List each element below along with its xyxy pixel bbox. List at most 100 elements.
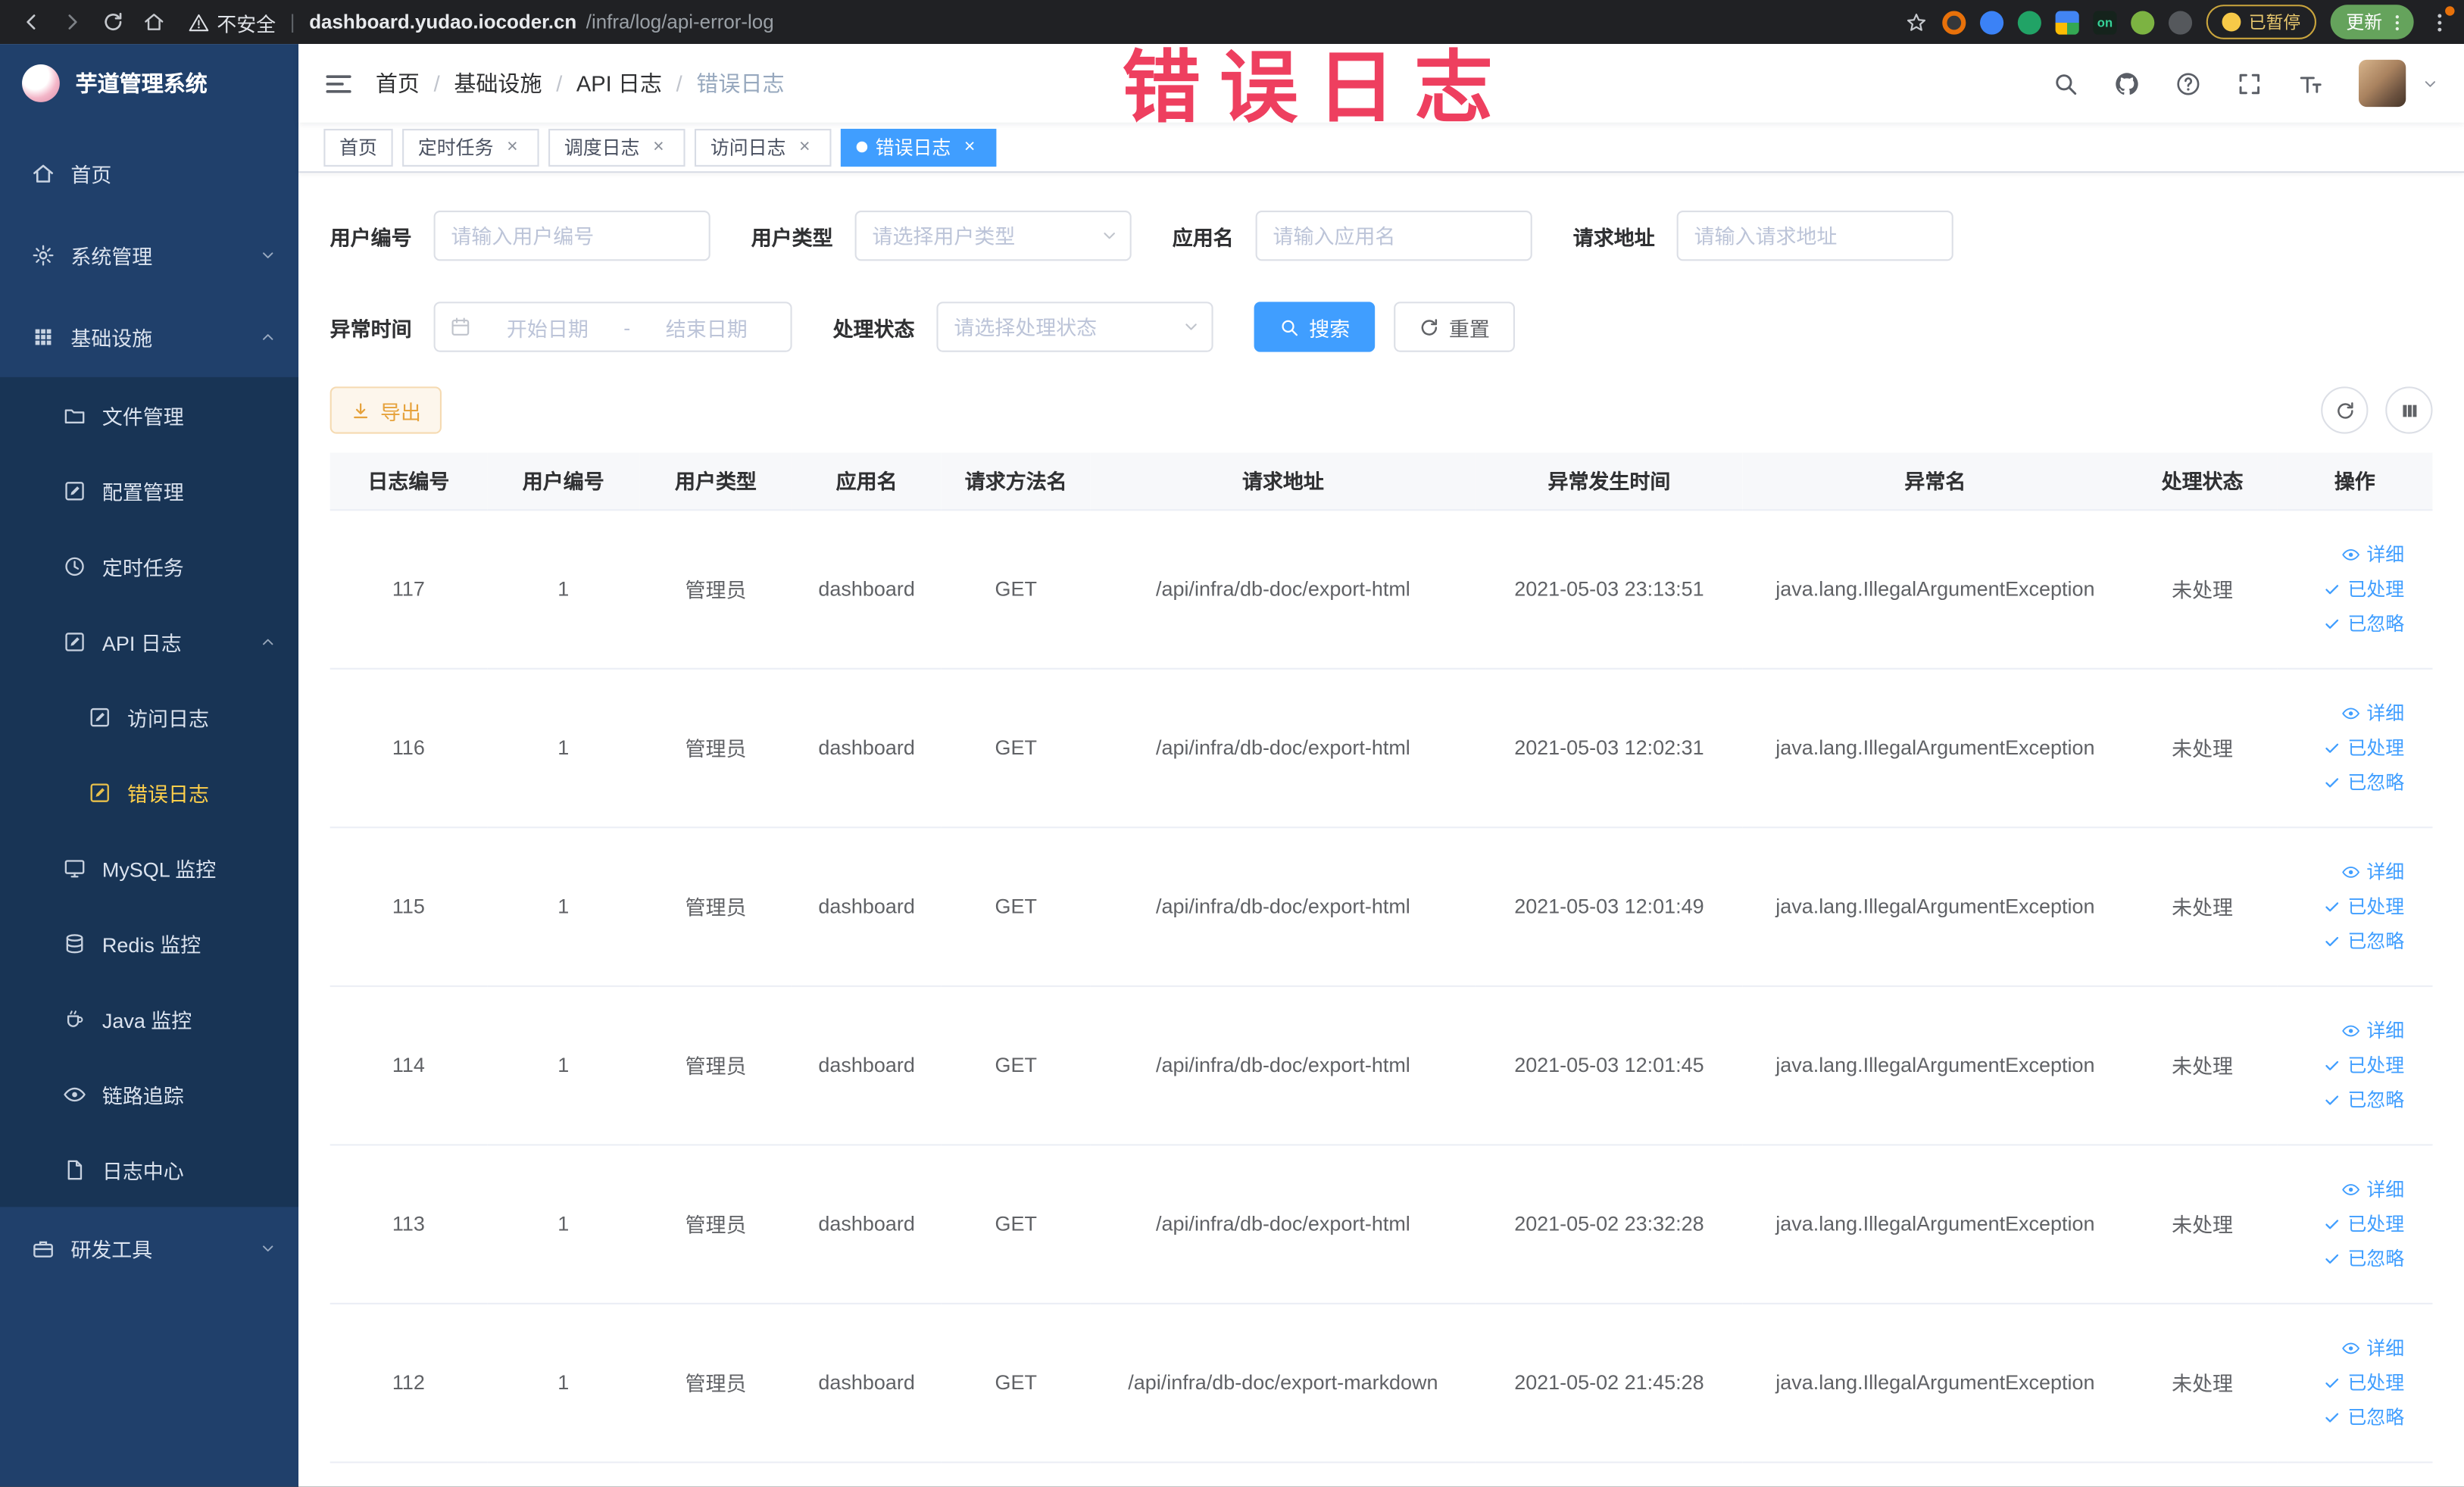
cell-user-id: 1 bbox=[487, 1144, 640, 1304]
hamburger-icon[interactable] bbox=[323, 68, 353, 98]
browser-back-button[interactable] bbox=[13, 3, 51, 41]
user-type-select[interactable] bbox=[854, 210, 1132, 261]
sidebar-item-home[interactable]: 首页 bbox=[0, 132, 298, 214]
sidebar-item-job[interactable]: 定时任务 bbox=[0, 528, 298, 604]
sidebar-item-system[interactable]: 系统管理 bbox=[0, 214, 298, 295]
extension-icon[interactable] bbox=[2055, 10, 2079, 34]
column-header-url: 请求地址 bbox=[1090, 452, 1476, 511]
breadcrumb-item[interactable]: API 日志 bbox=[576, 67, 662, 98]
eye-icon bbox=[2341, 1179, 2360, 1198]
date-separator: - bbox=[623, 314, 631, 339]
browser-reload-button[interactable] bbox=[94, 3, 132, 41]
export-button[interactable]: 导出 bbox=[329, 386, 442, 434]
ignored-link[interactable]: 已忽略 bbox=[2283, 923, 2404, 958]
sidebar-item-dev-tools[interactable]: 研发工具 bbox=[0, 1207, 298, 1289]
browser-menu-button[interactable] bbox=[2428, 6, 2455, 34]
breadcrumb-item[interactable]: 首页 bbox=[376, 67, 420, 98]
detail-link[interactable]: 详细 bbox=[2283, 854, 2404, 889]
detail-link[interactable]: 详细 bbox=[2283, 1013, 2404, 1048]
app-name-input[interactable] bbox=[1255, 210, 1532, 261]
detail-link[interactable]: 详细 bbox=[2283, 1330, 2404, 1365]
tab-schedule-log[interactable]: 调度日志 × bbox=[548, 128, 685, 166]
cell-time: 2021-05-03 12:02:31 bbox=[1476, 667, 1743, 828]
extension-icon[interactable] bbox=[2131, 10, 2155, 34]
tab-job[interactable]: 定时任务 × bbox=[402, 128, 539, 166]
refresh-button[interactable] bbox=[2321, 386, 2369, 434]
ignored-link[interactable]: 已忽略 bbox=[2283, 1399, 2404, 1434]
close-icon[interactable]: × bbox=[794, 135, 816, 158]
ignored-link[interactable]: 已忽略 bbox=[2283, 606, 2404, 641]
sidebar-item-error-log[interactable]: 错误日志 bbox=[0, 754, 298, 830]
app-logo[interactable]: 芋道管理系统 bbox=[0, 44, 298, 123]
cell-url: /api/infra/db-doc/export-html bbox=[1090, 826, 1476, 986]
search-button[interactable]: 搜索 bbox=[1254, 301, 1376, 352]
chevron-down-icon[interactable] bbox=[2422, 75, 2439, 92]
column-settings-button[interactable] bbox=[2385, 386, 2433, 434]
tab-access-log[interactable]: 访问日志 × bbox=[695, 128, 832, 166]
url-host: dashboard.yudao.iocoder.cn bbox=[309, 11, 577, 33]
font-size-icon[interactable] bbox=[2297, 70, 2324, 96]
request-url-input[interactable] bbox=[1676, 210, 1953, 261]
bookmark-star-icon[interactable] bbox=[1904, 10, 1928, 33]
sidebar-item-config[interactable]: 配置管理 bbox=[0, 452, 298, 528]
detail-link[interactable]: 详细 bbox=[2283, 695, 2404, 730]
avatar[interactable] bbox=[2359, 59, 2406, 108]
ignored-link[interactable]: 已忽略 bbox=[2283, 1082, 2404, 1117]
search-icon[interactable] bbox=[2052, 70, 2078, 96]
cell-method: GET bbox=[941, 667, 1091, 828]
extension-on-icon[interactable]: on bbox=[2093, 10, 2117, 34]
processed-link[interactable]: 已处理 bbox=[2283, 730, 2404, 765]
close-icon[interactable]: × bbox=[648, 135, 670, 158]
close-icon[interactable]: × bbox=[959, 135, 981, 158]
date-range-picker[interactable]: 开始日期 - 结束日期 bbox=[433, 301, 792, 352]
cell-exception: java.lang.IllegalArgumentException bbox=[1742, 667, 2128, 828]
cell-url: /api/infra/db-doc/export-markdown bbox=[1090, 1302, 1476, 1463]
tab-error-log[interactable]: 错误日志 × bbox=[841, 128, 997, 166]
ignored-link[interactable]: 已忽略 bbox=[2283, 1241, 2404, 1276]
sidebar-item-redis[interactable]: Redis 监控 bbox=[0, 905, 298, 981]
detail-link[interactable]: 详细 bbox=[2283, 1172, 2404, 1207]
paused-extension-badge[interactable]: 已暂停 bbox=[2206, 5, 2316, 39]
cell-time: 2021-05-03 12:01:49 bbox=[1476, 826, 1743, 986]
tab-home[interactable]: 首页 bbox=[323, 128, 393, 166]
browser-update-button[interactable]: 更新 bbox=[2330, 5, 2414, 39]
sidebar-item-java[interactable]: Java 监控 bbox=[0, 981, 298, 1057]
help-icon[interactable] bbox=[2175, 70, 2201, 96]
sidebar-item-file[interactable]: 文件管理 bbox=[0, 377, 298, 453]
process-status-select[interactable] bbox=[936, 301, 1213, 352]
sidebar-item-trace[interactable]: 链路追踪 bbox=[0, 1056, 298, 1132]
processed-link[interactable]: 已处理 bbox=[2283, 1048, 2404, 1082]
processed-link[interactable]: 已处理 bbox=[2283, 571, 2404, 606]
browser-home-button[interactable] bbox=[135, 3, 173, 41]
extension-icon[interactable] bbox=[1942, 10, 1966, 34]
processed-link[interactable]: 已处理 bbox=[2283, 889, 2404, 923]
sidebar-item-infra[interactable]: 基础设施 bbox=[0, 295, 298, 377]
sidebar-item-log-center[interactable]: 日志中心 bbox=[0, 1132, 298, 1207]
github-icon[interactable] bbox=[2113, 70, 2140, 96]
sidebar-item-api-log[interactable]: API 日志 bbox=[0, 604, 298, 679]
refresh-icon bbox=[1419, 317, 1439, 337]
processed-link[interactable]: 已处理 bbox=[2283, 1365, 2404, 1400]
detail-link[interactable]: 详细 bbox=[2283, 536, 2404, 571]
cell-actions: 详细 已处理 已忽略 bbox=[2277, 1144, 2433, 1304]
breadcrumb-item[interactable]: 基础设施 bbox=[454, 67, 542, 98]
column-header-exception: 异常名 bbox=[1742, 452, 2128, 511]
extension-icon[interactable] bbox=[2168, 10, 2193, 34]
extension-icon[interactable] bbox=[2017, 10, 2041, 34]
sidebar-item-mysql[interactable]: MySQL 监控 bbox=[0, 829, 298, 905]
fullscreen-icon[interactable] bbox=[2236, 70, 2263, 96]
filter-user-type: 用户类型 bbox=[751, 210, 1132, 261]
extension-icon[interactable] bbox=[1980, 10, 2004, 34]
close-icon[interactable]: × bbox=[501, 135, 523, 158]
table-row: 113 1 管理员 dashboard GET /api/infra/db-do… bbox=[329, 1144, 2433, 1304]
browser-forward-button[interactable] bbox=[54, 3, 92, 41]
ignored-link[interactable]: 已忽略 bbox=[2283, 764, 2404, 799]
table-tools bbox=[2321, 386, 2433, 434]
security-chip[interactable]: 不安全 bbox=[189, 7, 276, 36]
reset-button[interactable]: 重置 bbox=[1394, 301, 1516, 352]
address-bar[interactable]: 不安全 | dashboard.yudao.iocoder.cn/infra/l… bbox=[189, 7, 1889, 36]
cell-user-type: 管理员 bbox=[639, 1302, 792, 1463]
sidebar-item-access-log[interactable]: 访问日志 bbox=[0, 679, 298, 754]
processed-link[interactable]: 已处理 bbox=[2283, 1206, 2404, 1241]
user-id-input[interactable] bbox=[433, 210, 710, 261]
